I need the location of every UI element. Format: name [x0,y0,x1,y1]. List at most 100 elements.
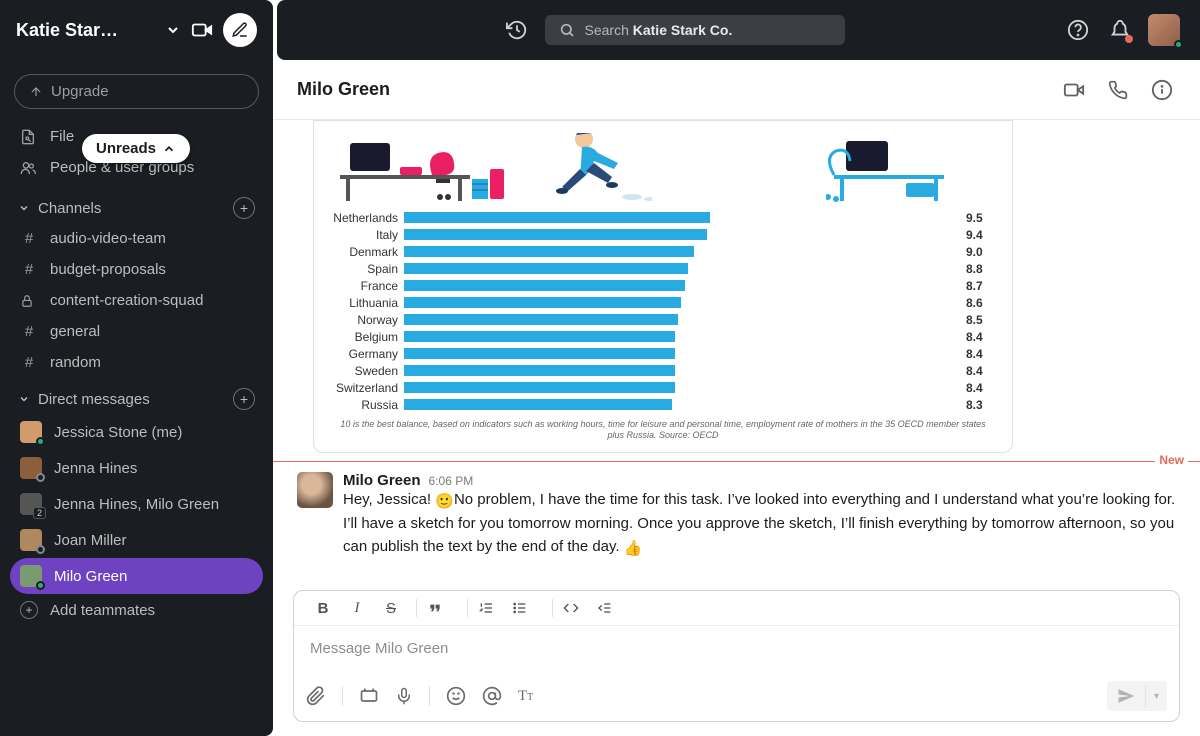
chart-category: Netherlands [332,211,398,225]
mention-button[interactable] [482,686,502,706]
channel-item[interactable]: content-creation-squad [0,285,273,316]
code-block-button[interactable] [597,600,627,616]
chart-value: 9.0 [966,245,994,259]
channel-name: general [50,323,100,340]
chevron-down-icon [18,202,30,214]
add-channel-button[interactable]: + [233,197,255,219]
channel-item[interactable]: #audio-video-team [0,223,273,254]
presence-indicator [1174,40,1183,49]
video-call-icon[interactable] [1060,79,1088,101]
chart-bar-row: France8.7 [332,277,994,294]
add-dm-button[interactable]: + [233,388,255,410]
chevron-up-icon [162,142,176,156]
bold-button[interactable]: B [308,600,338,617]
chart-value: 8.5 [966,313,994,327]
add-teammates-button[interactable]: + Add teammates [0,594,273,626]
sidebar-item-label: File [50,128,74,145]
compose-button[interactable] [223,13,257,47]
history-icon[interactable] [503,16,531,44]
message-text: Hey, Jessica! 🙂No problem, I have the ti… [343,489,1176,561]
chart-value: 8.7 [966,279,994,293]
presence-indicator [36,437,45,446]
dms-heading[interactable]: Direct messages + [0,378,273,414]
chart-value: 8.3 [966,398,994,412]
workspace-switcher[interactable]: Katie Star… [0,0,273,60]
strikethrough-button[interactable]: S [376,600,406,617]
channels-heading-label: Channels [38,200,101,217]
message-author[interactable]: Milo Green [343,472,421,489]
dm-item[interactable]: Jenna Hines [0,450,273,486]
new-messages-divider: New [273,461,1200,462]
help-icon[interactable] [1064,16,1092,44]
search-input[interactable]: Search Katie Stark Co. [545,15,845,45]
group-avatar: 2 [20,493,42,515]
dm-item[interactable]: 2 Jenna Hines, Milo Green [0,486,273,522]
search-icon [559,22,575,38]
italic-button[interactable]: I [342,600,372,617]
dm-item[interactable]: Milo Green [10,558,263,594]
channel-item[interactable]: #random [0,347,273,378]
hash-icon: # [20,261,38,278]
unreads-pill[interactable]: Unreads [82,134,190,163]
chart-category: Denmark [332,245,398,259]
chart-category: Norway [332,313,398,327]
attach-file-button[interactable] [306,686,326,706]
avatar [20,421,42,443]
dm-name: Jenna Hines, Milo Green [54,496,219,513]
dm-name: Jenna Hines [54,460,137,477]
avatar[interactable] [297,472,333,508]
notification-dot [1125,35,1133,43]
composer-input[interactable]: Message Milo Green [294,626,1179,675]
blockquote-button[interactable] [427,600,457,616]
user-avatar[interactable] [1148,14,1180,46]
workspace-name: Katie Star… [16,20,155,41]
chart-category: Germany [332,347,398,361]
chart-category: Italy [332,228,398,242]
chart-bar-row: Italy9.4 [332,226,994,243]
message-time: 6:06 PM [429,474,474,488]
people-icon [20,160,38,176]
plus-icon: + [20,601,38,619]
chart-bar-row: Netherlands9.5 [332,209,994,226]
info-icon[interactable] [1148,79,1176,101]
dm-item[interactable]: Joan Miller [0,522,273,558]
chart-category: Spain [332,262,398,276]
chart-category: Lithuania [332,296,398,310]
mic-button[interactable] [395,687,413,705]
ordered-list-button[interactable] [478,600,508,616]
send-options-button[interactable]: ▾ [1145,685,1167,708]
dm-item[interactable]: Jessica Stone (me) [0,414,273,450]
chart-bar-row: Lithuania8.6 [332,294,994,311]
emoji-button[interactable] [446,686,466,706]
chart-category: Switzerland [332,381,398,395]
smile-emoji-icon: 🙂 [435,491,454,514]
presence-indicator [36,545,45,554]
formatting-toggle-button[interactable]: TT [518,688,533,705]
channels-heading[interactable]: Channels + [0,187,273,223]
chart-category: Belgium [332,330,398,344]
video-clip-button[interactable] [359,686,379,706]
code-button[interactable] [563,600,593,616]
video-icon[interactable] [191,19,213,41]
message[interactable]: Milo Green 6:06 PM Hey, Jessica! 🙂No pro… [273,466,1200,567]
chart-attachment[interactable]: Netherlands9.5Italy9.4 Denmark 9.0 Spain 8.8… [313,120,1013,453]
upgrade-button[interactable]: Upgrade [14,74,259,109]
phone-call-icon[interactable] [1104,80,1132,100]
chart-value: 8.4 [966,330,994,344]
send-button[interactable] [1107,681,1145,711]
conversation-title[interactable]: Milo Green [297,79,1044,100]
avatar [20,565,42,587]
chart-value: 8.8 [966,262,994,276]
chart-illustration [332,133,994,203]
composer-actions: TT ▾ [294,675,1179,721]
topbar: Search Katie Stark Co. [277,0,1200,60]
bullet-list-button[interactable] [512,600,542,616]
channel-item[interactable]: #budget-proposals [0,254,273,285]
channel-item[interactable]: #general [0,316,273,347]
channel-name: audio-video-team [50,230,166,247]
bell-icon[interactable] [1106,16,1134,44]
thumbs-up-emoji-icon: 👍 [624,538,643,561]
dms-list: Jessica Stone (me) Jenna Hines 2 Jenna Hine… [0,414,273,594]
dm-name: Joan Miller [54,532,127,549]
message-composer: B I S Message Milo Green TT ▾ [293,590,1180,722]
